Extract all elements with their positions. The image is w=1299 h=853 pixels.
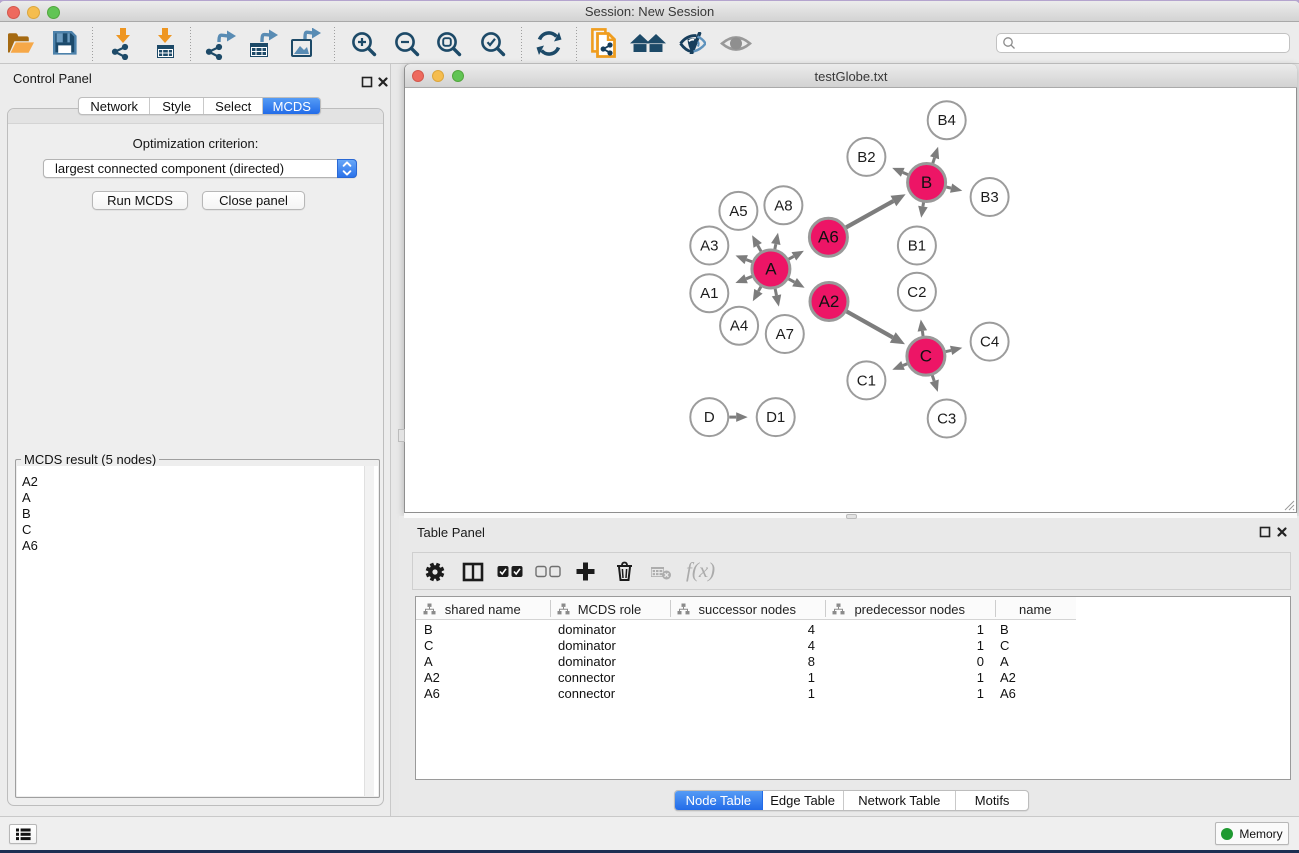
svg-text:A6: A6 bbox=[818, 228, 839, 247]
svg-text:B2: B2 bbox=[857, 149, 875, 166]
svg-text:A8: A8 bbox=[774, 197, 792, 214]
svg-text:A1: A1 bbox=[700, 285, 718, 302]
svg-text:C2: C2 bbox=[907, 284, 926, 301]
svg-text:C1: C1 bbox=[857, 372, 876, 389]
svg-text:D1: D1 bbox=[766, 409, 785, 426]
svg-text:A7: A7 bbox=[776, 326, 794, 343]
svg-text:D: D bbox=[704, 409, 715, 426]
svg-text:A2: A2 bbox=[819, 292, 840, 311]
svg-text:C4: C4 bbox=[980, 334, 999, 351]
svg-text:C3: C3 bbox=[937, 411, 956, 428]
svg-text:B4: B4 bbox=[938, 112, 956, 129]
svg-text:A5: A5 bbox=[729, 203, 747, 220]
svg-text:C: C bbox=[920, 347, 932, 366]
svg-text:B3: B3 bbox=[980, 189, 998, 206]
svg-text:B1: B1 bbox=[908, 238, 926, 255]
svg-text:B: B bbox=[921, 173, 932, 192]
svg-text:A3: A3 bbox=[700, 238, 718, 255]
svg-text:A4: A4 bbox=[730, 318, 748, 335]
svg-text:A: A bbox=[765, 260, 777, 279]
